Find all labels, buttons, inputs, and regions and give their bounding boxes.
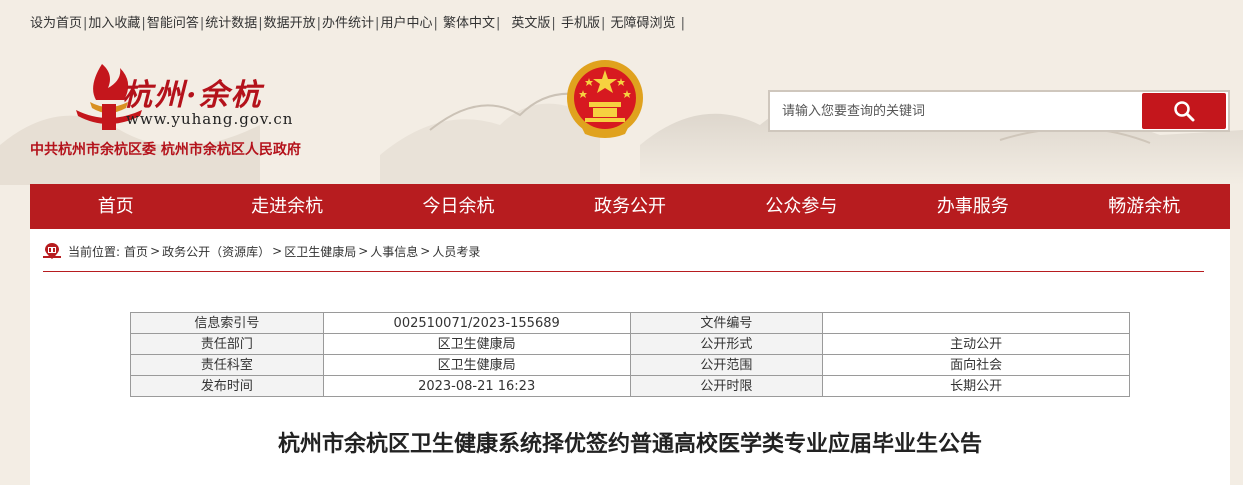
traditional-chinese-link[interactable]: 繁体中文 [443,16,495,31]
search-input[interactable] [770,92,1142,130]
add-favorite-link[interactable]: 加入收藏 [88,16,140,31]
table-cell: 公开范围 [629,354,824,376]
table-cell: 公开形式 [629,333,824,355]
breadcrumb-divider [43,271,1204,272]
table-cell: 责任部门 [130,333,324,355]
breadcrumb: 当前位置: 首页 > 政务公开（资源库） > 区卫生健康局 > 人事信息 > 人员考录 [42,240,480,262]
breadcrumb-gov-affairs[interactable]: 政务公开（资源库） [162,243,270,260]
table-row: 责任部门 区卫生健康局 公开形式 主动公开 [130,333,1130,355]
logo-url: www.yuhang.gov.cn [126,110,294,128]
nav-item-home[interactable]: 首页 [30,184,201,229]
table-cell: 长期公开 [822,375,1130,397]
article-title: 杭州市余杭区卫生健康系统择优签约普通高校医学类专业应届毕业生公告 [277,432,982,457]
statistics-link[interactable]: 统计数据 [205,16,257,31]
nav-item-about[interactable]: 走进余杭 [201,184,372,229]
info-meta-table: 信息索引号 002510071/2023-155689 文件编号 责任部门 区卫… [130,312,1130,397]
breadcrumb-health-bureau[interactable]: 区卫生健康局 [284,243,356,260]
english-version-link[interactable]: 英文版 [511,16,550,31]
site-logo[interactable]: 杭州·余杭 www.yuhang.gov.cn 中共杭州市余杭区委 杭州市余杭区… [30,58,360,163]
nav-item-participation[interactable]: 公众参与 [716,184,887,229]
logo-organization: 中共杭州市余杭区委 杭州市余杭区人民政府 [30,142,301,158]
table-cell: 面向社会 [822,354,1130,376]
breadcrumb-recruitment[interactable]: 人员考录 [432,243,480,260]
table-cell: 区卫生健康局 [322,354,631,376]
accessibility-link[interactable]: 无障碍浏览 [610,16,675,31]
table-cell: 信息索引号 [130,312,324,334]
top-utility-links: 设为首页|加入收藏|智能问答|统计数据|数据开放|办件统计|用户中心| 繁体中文… [30,16,686,31]
nav-item-services[interactable]: 办事服务 [887,184,1058,229]
breadcrumb-personnel-info[interactable]: 人事信息 [370,243,418,260]
smart-qa-link[interactable]: 智能问答 [147,16,199,31]
main-nav: 首页 走进余杭 今日余杭 政务公开 公众参与 办事服务 畅游余杭 [30,184,1230,229]
table-row: 责任科室 区卫生健康局 公开范围 面向社会 [130,354,1130,376]
national-emblem-icon [567,60,643,138]
user-center-link[interactable]: 用户中心 [380,16,432,31]
main-content: 当前位置: 首页 > 政务公开（资源库） > 区卫生健康局 > 人事信息 > 人员考录 … [30,229,1230,485]
table-cell [822,312,1130,334]
table-cell: 002510071/2023-155689 [322,312,631,334]
search-button[interactable] [1142,93,1226,129]
logo-name: 杭州·余杭 [122,78,263,113]
location-pin-icon [43,243,61,259]
search-icon [1174,101,1195,122]
table-cell: 责任科室 [130,354,324,376]
table-row: 发布时间 2023-08-21 16:23 公开时限 长期公开 [130,375,1130,397]
nav-item-tourism[interactable]: 畅游余杭 [1059,184,1230,229]
set-homepage-link[interactable]: 设为首页 [30,16,82,31]
nav-item-today[interactable]: 今日余杭 [373,184,544,229]
breadcrumb-home[interactable]: 首页 [124,243,148,260]
table-cell: 公开时限 [629,375,824,397]
table-cell: 区卫生健康局 [322,333,631,355]
table-cell: 主动公开 [822,333,1130,355]
breadcrumb-label: 当前位置: [68,244,121,259]
table-cell: 文件编号 [629,312,824,334]
table-cell: 发布时间 [130,375,324,397]
table-row: 信息索引号 002510071/2023-155689 文件编号 [130,312,1130,334]
case-statistics-link[interactable]: 办件统计 [322,16,374,31]
nav-item-gov-affairs[interactable]: 政务公开 [544,184,715,229]
open-data-link[interactable]: 数据开放 [264,16,316,31]
search-bar [768,90,1230,132]
mobile-version-link[interactable]: 手机版 [561,16,600,31]
table-cell: 2023-08-21 16:23 [322,375,631,397]
